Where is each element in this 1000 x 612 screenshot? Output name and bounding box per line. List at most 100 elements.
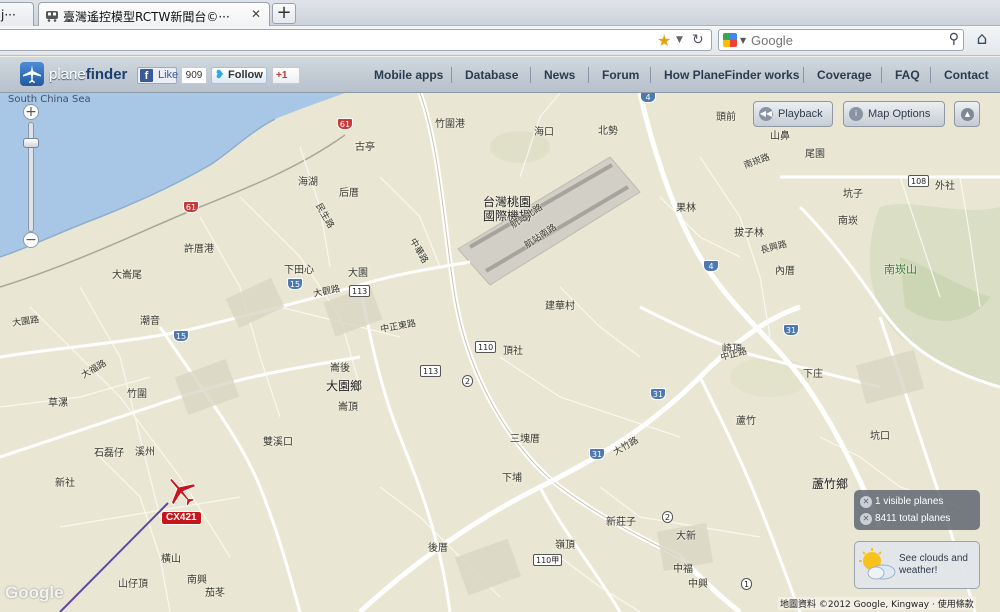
- planefinder-logo-text[interactable]: planefinder: [49, 66, 127, 83]
- map-canvas[interactable]: South China Sea 台灣桃園國際機場 大園鄉 蘆竹鄉 南崁山 古亭 …: [0, 57, 1000, 612]
- nav-database[interactable]: Database: [465, 57, 518, 93]
- bookmark-star-icon[interactable]: ★: [657, 30, 671, 51]
- search-bar[interactable]: ▼ ⚲: [718, 29, 964, 51]
- reload-icon[interactable]: ↻: [692, 30, 704, 51]
- nav-mobile-apps[interactable]: Mobile apps: [374, 57, 443, 93]
- google-watermark: Google: [5, 583, 64, 602]
- browser-tab-2[interactable]: 臺灣遙控模型RCTW新聞台©··· ✕: [38, 2, 270, 26]
- browser-nav-bar: ★ ▼ ↻ ▼ ⚲ ⌂: [0, 26, 1000, 56]
- rewind-icon: ◀◀: [759, 107, 773, 121]
- like-label: Like: [158, 69, 179, 81]
- sun-cloud-icon: [859, 548, 896, 580]
- route-shield: 110甲: [533, 554, 563, 566]
- twitter-follow-button[interactable]: ❥ Follow: [211, 67, 267, 84]
- route-shield: 61: [337, 118, 353, 130]
- route-shield: 4: [703, 260, 719, 272]
- map-attribution[interactable]: 地圖資料 ©2012 Google, Kingway · 使用條款: [778, 597, 976, 610]
- weather-toggle[interactable]: See clouds and weather!: [854, 541, 980, 589]
- place-label: 坑子: [843, 189, 863, 200]
- place-label: 中興: [688, 579, 708, 590]
- engine-dropdown-icon[interactable]: ▼: [740, 30, 746, 51]
- place-label: 內厝: [775, 266, 795, 277]
- route-shield: 110: [475, 341, 497, 353]
- total-planes-row[interactable]: ✕ 8411 total planes: [860, 512, 950, 526]
- nav-divider: [650, 67, 651, 83]
- place-label: 山鼻: [770, 131, 790, 142]
- google-plus-button[interactable]: +1: [272, 67, 300, 84]
- zoom-control: + −: [18, 104, 44, 250]
- place-label: 崙頂: [338, 402, 358, 413]
- nav-coverage[interactable]: Coverage: [817, 57, 872, 93]
- search-magnifier-icon[interactable]: ⚲: [949, 31, 959, 47]
- nav-divider: [803, 67, 804, 83]
- follow-label: Follow: [228, 69, 263, 81]
- route-shield: 15: [173, 330, 189, 342]
- search-input[interactable]: [751, 31, 931, 49]
- zoom-out-button[interactable]: −: [23, 232, 39, 248]
- place-label: 嶺頂: [555, 540, 575, 551]
- place-label: 大新: [676, 531, 696, 542]
- place-label: 草漯: [48, 398, 68, 409]
- close-tab-icon[interactable]: ✕: [249, 7, 263, 21]
- visible-planes-text: 1 visible planes: [875, 496, 944, 507]
- facebook-icon: f: [140, 69, 153, 82]
- place-label: 頭前: [716, 112, 736, 123]
- visible-planes-row[interactable]: ✕ 1 visible planes: [860, 495, 943, 509]
- place-label: 南崁: [838, 216, 858, 227]
- place-label: 大崙尾: [112, 270, 142, 281]
- place-label: 中福: [673, 564, 693, 575]
- nav-contact[interactable]: Contact: [944, 57, 989, 93]
- nav-divider: [588, 67, 589, 83]
- place-label: 蘆竹: [736, 416, 756, 427]
- new-tab-button[interactable]: +: [272, 3, 296, 24]
- url-bar[interactable]: ★ ▼ ↻: [0, 29, 712, 51]
- zoom-slider-handle[interactable]: [23, 138, 39, 148]
- nav-news[interactable]: News: [544, 57, 575, 93]
- airplane-icon[interactable]: [163, 474, 199, 510]
- place-label: 雙溪口: [263, 437, 293, 448]
- map-options-button[interactable]: i Map Options: [843, 101, 945, 127]
- place-label: 崙後: [330, 363, 350, 374]
- place-label: 下田心: [284, 265, 314, 276]
- train-favicon-icon: [46, 11, 58, 22]
- tab-strip: j··· 臺灣遙控模型RCTW新聞台©··· ✕ +: [0, 0, 1000, 26]
- place-label: 許厝港: [184, 244, 214, 255]
- like-count: 909: [181, 67, 207, 84]
- dayuan-township-label: 大園鄉: [326, 379, 363, 393]
- place-label: 尾園: [805, 149, 825, 160]
- nav-divider: [881, 67, 882, 83]
- place-label: 古亭: [355, 142, 375, 153]
- luzhu-township-label: 蘆竹鄉: [812, 477, 849, 491]
- nav-faq[interactable]: FAQ: [895, 57, 920, 93]
- route-shield: 108: [908, 175, 930, 187]
- place-label: 山仔頂: [118, 579, 148, 590]
- collapse-menu-button[interactable]: ▲: [954, 101, 980, 127]
- tab-1-title: j···: [1, 8, 16, 22]
- place-label: 竹圍: [127, 389, 147, 400]
- route-shield: 113: [420, 365, 442, 377]
- chevron-up-icon: ▲: [961, 108, 974, 121]
- nav-forum[interactable]: Forum: [602, 57, 639, 93]
- playback-button[interactable]: ◀◀ Playback: [753, 101, 833, 127]
- route-shield: 2: [462, 375, 474, 387]
- home-icon[interactable]: ⌂: [970, 29, 994, 51]
- route-shield: 61: [183, 201, 199, 213]
- zoom-in-button[interactable]: +: [23, 104, 39, 120]
- flight-callsign-label[interactable]: CX421: [161, 511, 202, 525]
- map-options-label: Map Options: [868, 108, 931, 120]
- facebook-like-button[interactable]: f Like: [137, 67, 179, 84]
- place-label: 下埔: [502, 473, 522, 484]
- route-shield: 31: [589, 448, 605, 460]
- history-dropdown-icon[interactable]: ▼: [676, 30, 683, 51]
- place-label: 南興: [187, 575, 207, 586]
- place-label: 大園: [348, 268, 368, 279]
- google-engine-icon[interactable]: [723, 33, 737, 47]
- nav-how-it-works[interactable]: How PlaneFinder works: [664, 57, 799, 93]
- info-icon: i: [849, 107, 863, 121]
- browser-tab-1[interactable]: j···: [0, 2, 34, 26]
- planefinder-logo-icon[interactable]: [20, 62, 44, 86]
- route-shield: 113: [349, 285, 371, 297]
- route-shield: 2: [662, 511, 674, 523]
- place-label: 外社: [935, 181, 955, 192]
- planefinder-header: planefinder f Like 909 ❥ Follow +1 Mobil…: [0, 57, 1000, 93]
